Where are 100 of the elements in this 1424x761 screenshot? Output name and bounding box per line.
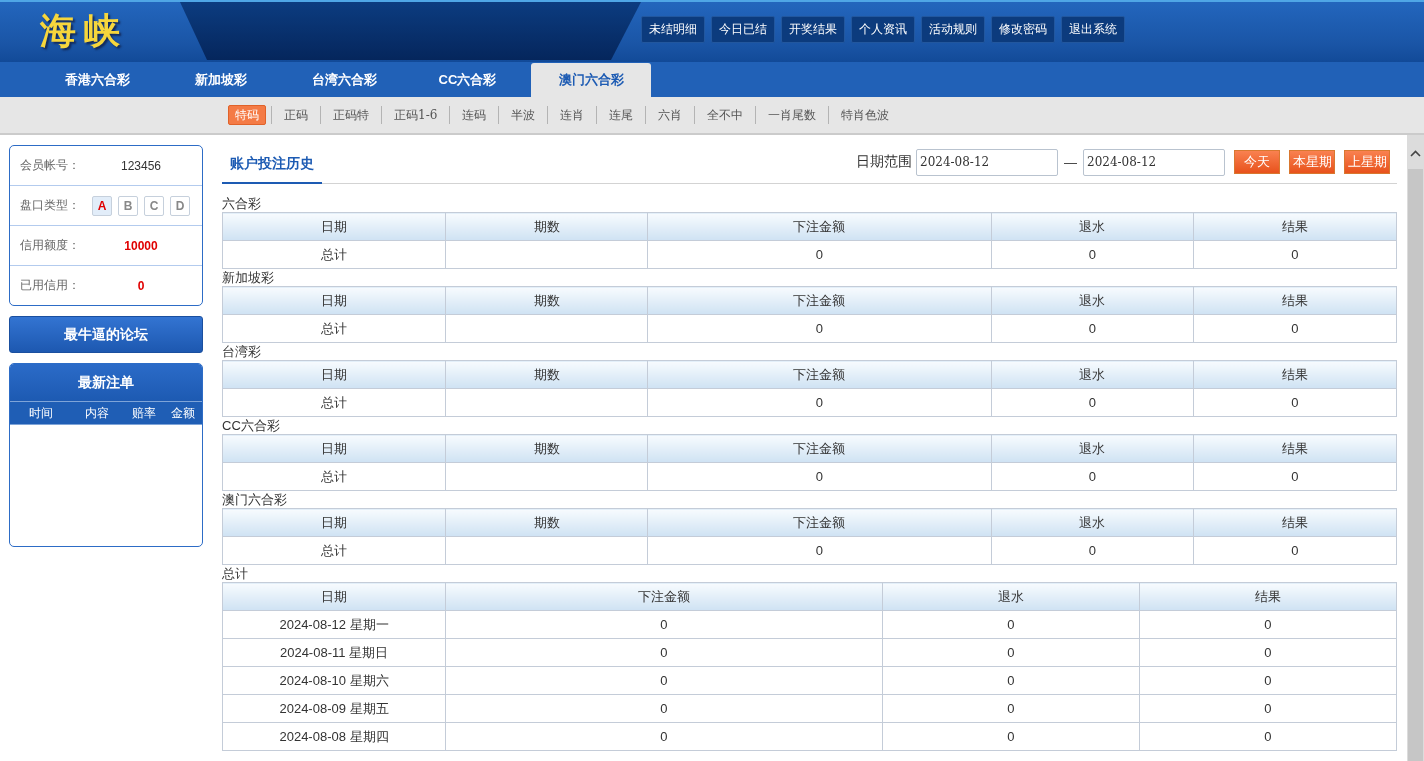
play-tab[interactable]: 一肖尾数 (761, 105, 824, 125)
column-header: 期数 (445, 212, 648, 241)
scrollbar-thumb[interactable] (1408, 169, 1423, 761)
column-header: 下注金额 (647, 360, 992, 389)
column-header: 期数 (445, 434, 648, 463)
table-cell: 0 (882, 694, 1140, 723)
play-tab[interactable]: 全不中 (700, 105, 751, 125)
table-cell: 0 (1193, 314, 1397, 343)
column-header: 退水 (991, 434, 1194, 463)
column-header: 内容 (85, 404, 109, 422)
table-cell: 0 (882, 610, 1140, 639)
table-cell: 总计 (222, 314, 446, 343)
play-tab[interactable]: 正码 (277, 105, 315, 125)
lottery-tab[interactable]: 新加坡彩 (160, 63, 281, 97)
forum-button[interactable]: 最牛逼的论坛 (9, 316, 203, 353)
column-header: 下注金额 (647, 508, 992, 537)
play-tab[interactable]: 连码 (455, 105, 494, 125)
column-header: 下注金额 (445, 582, 883, 611)
table-cell: 总计 (222, 536, 446, 565)
nav-button[interactable]: 个人资讯 (851, 16, 915, 43)
play-tab[interactable]: 六肖 (651, 105, 690, 125)
column-header: 时间 (28, 404, 53, 422)
column-header: 结果 (1193, 212, 1397, 241)
field-label: 已用信用： (19, 277, 80, 294)
table-cell: 2024-08-10 星期六 (222, 666, 446, 695)
play-tab[interactable]: 正码特 (326, 105, 376, 125)
column-header: 日期 (222, 582, 446, 611)
lottery-tab[interactable]: 台湾六合彩 (284, 63, 404, 97)
table-cell: 0 (1139, 666, 1397, 695)
table-cell: 0 (445, 638, 883, 667)
field-label: 会员帐号： (19, 157, 80, 174)
credit-value: 10000 (124, 238, 158, 253)
column-header: 下注金额 (647, 286, 992, 315)
column-header: 退水 (882, 582, 1140, 611)
table-cell: 2024-08-08 星期四 (222, 722, 446, 751)
column-header: 日期 (222, 508, 446, 537)
column-header: 退水 (991, 286, 1194, 315)
table-cell: 0 (1139, 610, 1397, 639)
table-cell: 0 (882, 722, 1140, 751)
plate-button[interactable]: D (170, 195, 190, 216)
table-cell: 0 (1193, 240, 1397, 269)
table-cell: 0 (647, 240, 992, 269)
nav-button[interactable]: 修改密码 (991, 16, 1055, 43)
column-header: 结果 (1193, 360, 1397, 389)
column-header: 结果 (1193, 508, 1397, 537)
table-cell: 0 (1193, 462, 1397, 491)
nav-button[interactable]: 退出系统 (1061, 16, 1125, 43)
column-header: 赔率 (131, 404, 156, 422)
table-cell: 2024-08-12 星期一 (222, 610, 446, 639)
nav-button[interactable]: 今日已结 (711, 16, 775, 43)
play-tab[interactable]: 半波 (504, 105, 543, 125)
section-label: 台湾彩 (222, 343, 262, 360)
section-label: CC六合彩 (222, 417, 281, 434)
plate-button[interactable]: B (118, 195, 138, 216)
logo-text: 海峡 (40, 11, 128, 51)
table-cell: 0 (991, 536, 1194, 565)
date-to-field[interactable]: 2024-08-12 (1083, 148, 1225, 176)
date-separator: — (1064, 154, 1077, 170)
play-tab[interactable]: 特肖色波 (834, 105, 897, 125)
section-label: 新加坡彩 (222, 269, 275, 286)
table-cell: 0 (647, 462, 992, 491)
section-label: 六合彩 (222, 195, 262, 212)
table-cell: 总计 (222, 388, 446, 417)
table-cell: 0 (1193, 388, 1397, 417)
column-header: 期数 (445, 360, 648, 389)
lottery-tab[interactable]: 澳门六合彩 (531, 63, 651, 97)
member-id: 123456 (120, 158, 161, 173)
column-header: 下注金额 (647, 212, 992, 241)
lottery-tab[interactable]: CC六合彩 (407, 63, 528, 97)
table-cell: 0 (1139, 638, 1397, 667)
table-cell: 2024-08-09 星期五 (222, 694, 446, 723)
panel-title: 最新注单 (10, 364, 202, 401)
scroll-up-icon[interactable] (1410, 150, 1421, 157)
field-label: 盘口类型： (19, 197, 80, 214)
column-header: 结果 (1193, 434, 1397, 463)
lottery-tab[interactable]: 香港六合彩 (37, 63, 157, 97)
section-label: 澳门六合彩 (222, 491, 288, 508)
table-cell: 0 (882, 666, 1140, 695)
play-tab[interactable]: 正码1-6 (387, 105, 445, 125)
play-tab[interactable]: 连尾 (602, 105, 641, 125)
date-from-field[interactable]: 2024-08-12 (916, 148, 1058, 176)
nav-button[interactable]: 活动规则 (921, 16, 985, 43)
column-header: 下注金额 (647, 434, 992, 463)
date-range-label: 日期范围 (856, 153, 912, 171)
column-header: 退水 (991, 212, 1194, 241)
nav-button[interactable]: 未结明细 (641, 16, 705, 43)
plate-button[interactable]: C (144, 195, 164, 216)
field-label: 信用额度： (19, 237, 80, 254)
table-cell: 0 (991, 462, 1194, 491)
nav-button[interactable]: 开奖结果 (781, 16, 845, 43)
table-cell: 0 (991, 388, 1194, 417)
plate-button[interactable]: A (92, 195, 112, 216)
play-tab[interactable]: 连肖 (553, 105, 592, 125)
scrollbar-track[interactable] (1407, 135, 1424, 761)
column-header: 日期 (222, 212, 446, 241)
column-header: 日期 (222, 286, 446, 315)
table-cell: 0 (1193, 536, 1397, 565)
table-cell: 0 (991, 240, 1194, 269)
used-credit-value: 0 (137, 278, 145, 293)
table-cell: 0 (647, 536, 992, 565)
